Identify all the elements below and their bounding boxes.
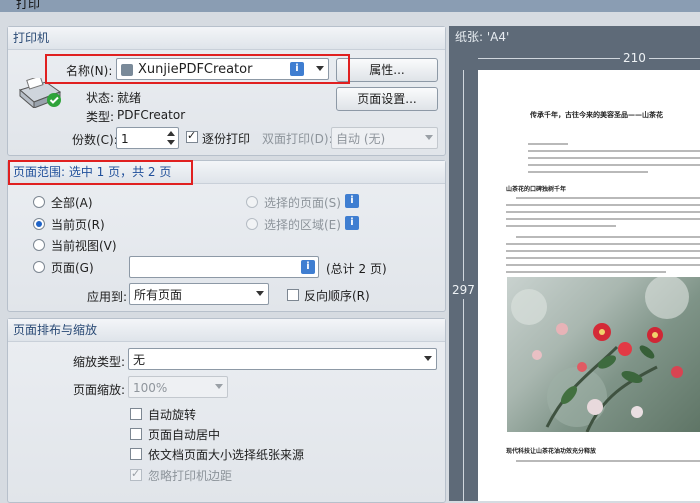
page-range-input[interactable]: i xyxy=(129,256,319,278)
text-line xyxy=(506,225,616,227)
range-selected-area-radio xyxy=(246,218,258,230)
text-line xyxy=(528,150,700,152)
range-current-page-radio[interactable] xyxy=(33,218,45,230)
range-selected-pages-label: 选择的页面(S) xyxy=(264,196,341,210)
width-ruler xyxy=(478,58,700,59)
copies-stepper[interactable]: 1 xyxy=(116,127,179,149)
auto-center-label: 页面自动居中 xyxy=(148,428,221,442)
apply-to-select[interactable]: 所有页面 xyxy=(129,283,269,305)
duplex-value: 自动 (无) xyxy=(336,132,386,146)
text-line xyxy=(506,218,700,220)
duplex-label: 双面打印(D): xyxy=(262,132,333,146)
scale-type-select[interactable]: 无 xyxy=(128,348,437,370)
page-range-info-icon[interactable]: i xyxy=(301,260,315,274)
text-line xyxy=(516,236,700,238)
auto-rotate-label: 自动旋转 xyxy=(148,408,197,422)
reverse-order-checkbox[interactable] xyxy=(287,289,299,301)
chevron-down-icon xyxy=(215,384,223,389)
page-range-highlight xyxy=(8,160,193,185)
zoom-label: 页面缩放: xyxy=(73,383,126,397)
text-line xyxy=(506,250,700,252)
apply-to-value: 所有页面 xyxy=(134,288,183,302)
auto-rotate-checkbox[interactable] xyxy=(130,408,142,420)
layout-group-title: 页面排布与缩放 xyxy=(8,319,445,342)
range-all-label: 全部(A) xyxy=(51,196,93,210)
paper-width-label: 210 xyxy=(620,51,649,65)
page-setup-button[interactable]: 页面设置... xyxy=(336,87,438,111)
scale-type-value: 无 xyxy=(133,353,146,367)
copies-value: 1 xyxy=(121,132,129,146)
paper-height-label: 297 xyxy=(452,281,475,299)
range-pages-radio[interactable] xyxy=(33,261,45,273)
reverse-order-label: 反向顺序(R) xyxy=(304,289,370,303)
text-line xyxy=(528,171,648,173)
auto-center-checkbox[interactable] xyxy=(130,428,142,440)
text-line xyxy=(506,264,700,266)
range-selected-pages-radio xyxy=(246,196,258,208)
range-current-view-label: 当前视图(V) xyxy=(51,239,117,253)
section-heading: 山茶花的口碑独树千年 xyxy=(506,186,567,193)
window-title: 打印 xyxy=(16,0,41,11)
paper-source-checkbox[interactable] xyxy=(130,448,142,460)
paper-source-label: 依文档页面大小选择纸张来源 xyxy=(148,448,305,462)
selected-pages-info-icon[interactable]: i xyxy=(345,194,359,208)
copies-label: 份数(C): xyxy=(72,133,118,147)
chevron-down-icon[interactable] xyxy=(256,291,264,296)
status-value: 就绪 xyxy=(117,91,142,105)
text-line xyxy=(506,211,700,213)
properties-button[interactable]: 属性... xyxy=(336,58,438,82)
range-current-view-radio[interactable] xyxy=(33,239,45,251)
camellia-photo xyxy=(507,277,700,432)
section-heading: 现代科技让山茶花油功效充分释放 xyxy=(506,448,597,455)
scale-type-label: 缩放类型: xyxy=(73,355,126,369)
chevron-down-icon[interactable] xyxy=(424,356,432,361)
zoom-value: 100% xyxy=(133,381,168,395)
stepper-up-icon[interactable] xyxy=(167,131,175,136)
ignore-margins-label: 忽略打印机边距 xyxy=(148,469,233,483)
stepper-down-icon[interactable] xyxy=(167,140,175,145)
chevron-down-icon xyxy=(425,135,433,140)
text-line xyxy=(528,164,700,166)
type-value: PDFCreator xyxy=(117,108,186,122)
printer-name-highlight xyxy=(45,54,350,84)
doc-title: 传承千年，古往今来的美容圣品——山茶花 xyxy=(530,111,663,119)
ignore-margins-checkbox xyxy=(130,467,142,481)
collate-label: 逐份打印 xyxy=(202,132,251,146)
status-label: 状态: xyxy=(86,91,115,105)
range-current-page-label: 当前页(R) xyxy=(51,218,105,232)
type-label: 类型: xyxy=(86,110,115,124)
duplex-select: 自动 (无) xyxy=(331,127,438,149)
apply-to-label: 应用到: xyxy=(87,290,128,304)
window-titlebar: 打印 xyxy=(0,0,700,12)
range-all-radio[interactable] xyxy=(33,196,45,208)
printer-group-title: 打印机 xyxy=(8,27,445,50)
range-pages-label: 页面(G) xyxy=(51,261,94,275)
collate-checkbox[interactable] xyxy=(186,129,198,143)
page-preview: 传承千年，古往今来的美容圣品——山茶花 山茶花的口碑独树千年 现代科技让山茶花油… xyxy=(478,70,700,501)
selected-area-info-icon[interactable]: i xyxy=(345,216,359,230)
text-line xyxy=(528,157,700,159)
text-line xyxy=(506,243,700,245)
text-line xyxy=(506,204,700,206)
total-pages-label: (总计 2 页) xyxy=(326,262,387,276)
zoom-select: 100% xyxy=(128,376,228,398)
text-line xyxy=(506,271,666,273)
paper-size-label: 纸张: 'A4' xyxy=(455,30,510,44)
text-line xyxy=(516,197,700,199)
text-line xyxy=(506,257,700,259)
text-line xyxy=(528,143,568,145)
range-selected-area-label: 选择的区域(E) xyxy=(264,218,341,232)
text-line xyxy=(516,460,700,462)
